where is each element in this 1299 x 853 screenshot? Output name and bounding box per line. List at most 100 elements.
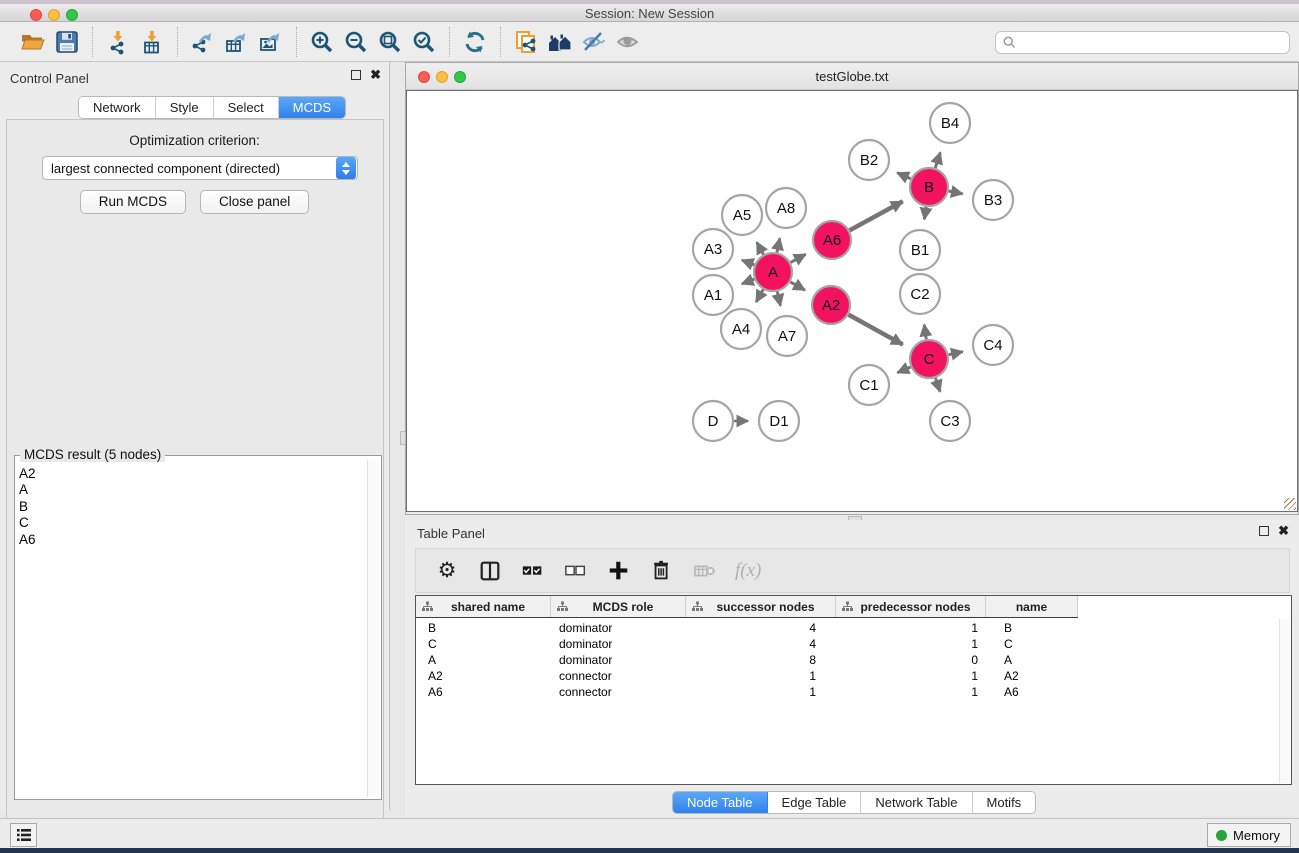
table-row-A2[interactable]: A2connector11A2 [416,668,1078,684]
zoom-in-icon[interactable] [307,27,337,57]
run-mcds-button[interactable]: Run MCDS [80,190,186,214]
tab-edge-table[interactable]: Edge Table [768,792,862,813]
cell-name[interactable]: C [986,636,1078,652]
zoom-fit-icon[interactable] [375,27,405,57]
search-input[interactable] [1021,36,1289,50]
zoom-out-icon[interactable] [341,27,371,57]
add-column-icon[interactable] [606,558,632,584]
mcds-result-item[interactable]: C [19,515,36,531]
edge-B-B3[interactable] [949,191,963,194]
split-columns-icon[interactable] [477,558,503,584]
show-details-icon[interactable] [613,27,643,57]
edge-C-C1[interactable] [897,367,910,373]
column-header-name[interactable]: name [986,596,1078,617]
cell-predecessor-nodes[interactable]: 1 [836,668,986,684]
close-panel-icon[interactable]: ✖ [1278,526,1289,536]
mcds-result-item[interactable]: B [19,499,36,515]
edge-B-B1[interactable] [924,207,926,220]
table-row-A6[interactable]: A6connector11A6 [416,684,1078,700]
node-table[interactable]: shared name MCDS role successor nodes pr… [415,595,1292,785]
cell-predecessor-nodes[interactable]: 1 [836,620,986,636]
edge-B-B4[interactable] [935,152,940,168]
cell-predecessor-nodes[interactable]: 0 [836,652,986,668]
table-row-B[interactable]: Bdominator41B [416,620,1078,636]
import-network-icon[interactable] [103,27,133,57]
zoom-selected-icon[interactable] [409,27,439,57]
cell-successor-nodes[interactable]: 8 [686,652,836,668]
cell-name[interactable]: B [986,620,1078,636]
cell-MCDS-role[interactable]: dominator [551,652,686,668]
tab-network-table[interactable]: Network Table [861,792,972,813]
first-neighbors-icon[interactable] [545,27,575,57]
edge-A-A8[interactable] [777,238,780,252]
cell-name[interactable]: A6 [986,684,1078,700]
delete-column-icon[interactable] [649,558,675,584]
settings-gear-icon[interactable]: ⚙ [434,558,460,584]
cell-predecessor-nodes[interactable]: 1 [836,636,986,652]
splitter-handle[interactable] [400,431,406,445]
tab-style[interactable]: Style [156,97,214,118]
cell-shared-name[interactable]: B [416,620,551,636]
export-network-icon[interactable] [188,27,218,57]
mcds-result-item[interactable]: A2 [19,466,36,482]
edge-A-A3[interactable] [742,260,754,265]
save-session-icon[interactable] [52,27,82,57]
edge-A2-C[interactable] [849,315,903,345]
cell-name[interactable]: A [986,652,1078,668]
column-header-successor-nodes[interactable]: successor nodes [686,596,836,617]
cell-name[interactable]: A2 [986,668,1078,684]
edge-A-A5[interactable] [757,242,764,254]
cell-shared-name[interactable]: A2 [416,668,551,684]
edge-A6-B[interactable] [850,201,903,230]
cell-shared-name[interactable]: A [416,652,551,668]
cell-MCDS-role[interactable]: connector [551,668,686,684]
network-window-titlebar[interactable]: testGlobe.txt [406,63,1298,90]
edge-A-A1[interactable] [742,279,754,284]
edge-C-C4[interactable] [949,352,963,355]
network-canvas[interactable]: B4B2BB3A8A5A6A3B1AC2A1A2A4A7C4CC1C3DD1 [406,90,1298,512]
tab-node-table[interactable]: Node Table [673,792,768,813]
export-table-icon[interactable] [222,27,252,57]
column-header-MCDS-role[interactable]: MCDS role [551,596,686,617]
window-resize-handle[interactable] [1284,498,1296,510]
edge-A-A7[interactable] [777,292,780,306]
cell-predecessor-nodes[interactable]: 1 [836,684,986,700]
cell-MCDS-role[interactable]: connector [551,684,686,700]
cell-successor-nodes[interactable]: 4 [686,620,836,636]
task-history-button[interactable] [10,823,37,847]
edge-A-A6[interactable] [791,254,806,262]
close-panel-button[interactable]: Close panel [200,190,309,214]
float-panel-icon[interactable] [1259,526,1269,536]
search-field[interactable] [995,31,1290,54]
hide-details-icon[interactable] [579,27,609,57]
clone-network-icon[interactable] [511,27,541,57]
mcds-result-item[interactable]: A6 [19,532,36,548]
cell-MCDS-role[interactable]: dominator [551,636,686,652]
cell-successor-nodes[interactable]: 1 [686,668,836,684]
refresh-icon[interactable] [460,27,490,57]
column-header-predecessor-nodes[interactable]: predecessor nodes [836,596,986,617]
cell-shared-name[interactable]: C [416,636,551,652]
memory-button[interactable]: Memory [1207,823,1291,847]
open-session-icon[interactable] [18,27,48,57]
cell-MCDS-role[interactable]: dominator [551,620,686,636]
edge-C-C2[interactable] [924,325,926,339]
tab-network[interactable]: Network [79,97,156,118]
tab-mcds[interactable]: MCDS [279,97,345,118]
edge-A-A2[interactable] [790,282,805,290]
mcds-result-list[interactable]: A2ABCA6 [19,466,36,548]
export-image-icon[interactable] [256,27,286,57]
edge-B-B2[interactable] [897,173,910,179]
mcds-result-scrollbar[interactable] [367,460,379,797]
table-row-A[interactable]: Adominator80A [416,652,1078,668]
tab-select[interactable]: Select [214,97,279,118]
float-panel-icon[interactable] [351,70,361,80]
edge-A-A4[interactable] [756,289,763,302]
tab-motifs[interactable]: Motifs [973,792,1036,813]
table-scrollbar[interactable] [1279,619,1290,783]
import-table-icon[interactable] [137,27,167,57]
edge-C-C3[interactable] [935,378,940,392]
column-header-shared-name[interactable]: shared name [416,596,551,617]
close-panel-icon[interactable]: ✖ [370,70,381,80]
criterion-dropdown[interactable]: largest connected component (directed) [42,156,358,180]
